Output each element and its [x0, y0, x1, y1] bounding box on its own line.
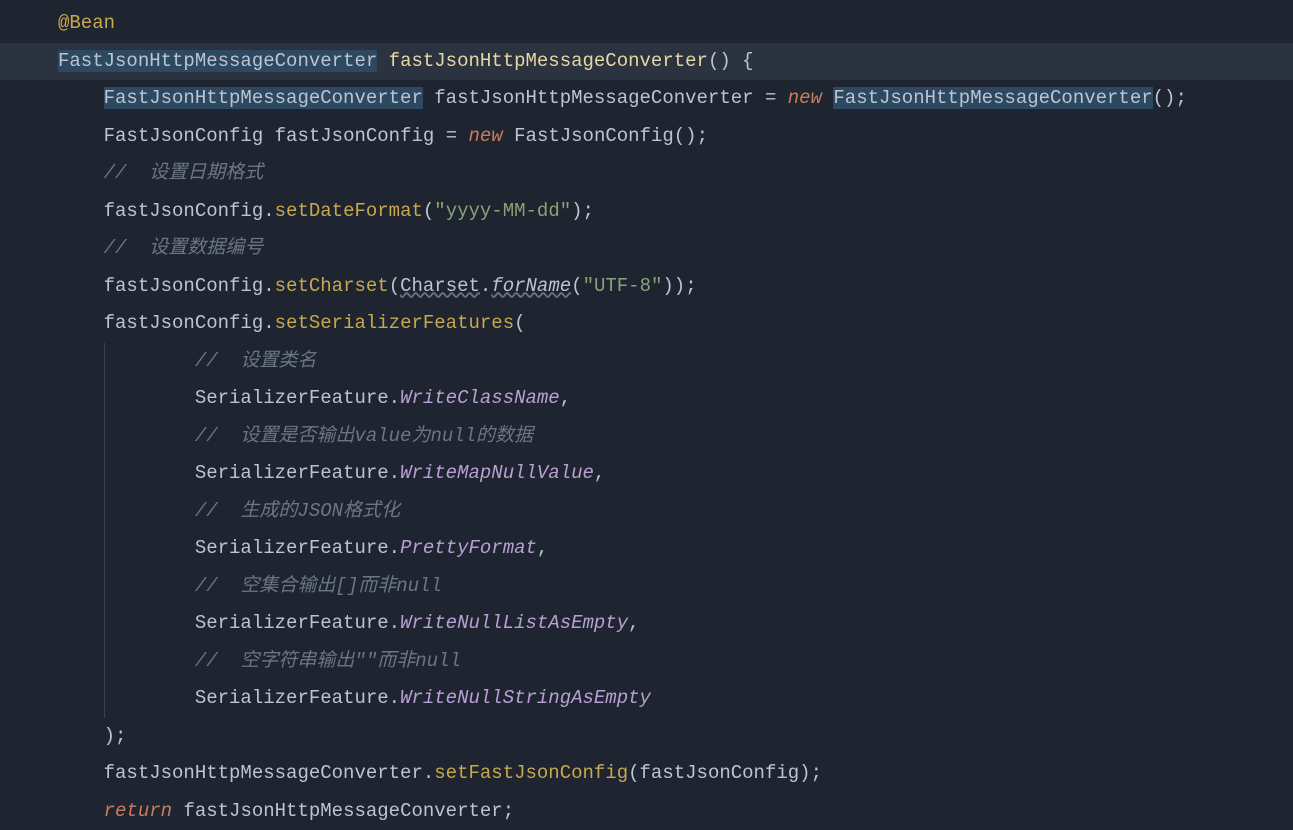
enum-class: SerializerFeature	[195, 387, 389, 409]
code-line: // 设置日期格式	[58, 155, 1293, 193]
code-line: // 空字符串输出""而非null	[58, 643, 1293, 681]
enum-value: PrettyFormat	[400, 537, 537, 559]
code-line: SerializerFeature.WriteClassName,	[58, 380, 1293, 418]
string-literal: "yyyy-MM-dd"	[434, 200, 571, 222]
code-line: fastJsonConfig.setDateFormat("yyyy-MM-dd…	[58, 193, 1293, 231]
return-type: FastJsonHttpMessageConverter	[58, 50, 377, 72]
comment: // 设置是否输出value为null的数据	[195, 425, 533, 447]
constructor: FastJsonHttpMessageConverter	[833, 87, 1152, 109]
comment: // 设置类名	[195, 350, 317, 372]
code-line: fastJsonHttpMessageConverter.setFastJson…	[58, 755, 1293, 793]
type: FastJsonConfig	[104, 125, 264, 147]
code-line: // 设置类名	[58, 343, 1293, 381]
code-line: fastJsonConfig.setSerializerFeatures(	[58, 305, 1293, 343]
comment: // 设置数据编号	[104, 237, 264, 259]
code-editor[interactable]: @Bean FastJsonHttpMessageConverter fastJ…	[0, 0, 1293, 830]
string-literal: "UTF-8"	[583, 275, 663, 297]
enum-class: SerializerFeature	[195, 612, 389, 634]
enum-class: SerializerFeature	[195, 537, 389, 559]
comment: // 生成的JSON格式化	[195, 500, 400, 522]
code-line: FastJsonHttpMessageConverter fastJsonHtt…	[58, 80, 1293, 118]
comment: // 空字符串输出""而非null	[195, 650, 461, 672]
enum-value: WriteNullListAsEmpty	[400, 612, 628, 634]
enum-value: WriteNullStringAsEmpty	[400, 687, 651, 709]
method-call: setFastJsonConfig	[434, 762, 628, 784]
method-name: fastJsonHttpMessageConverter	[389, 50, 708, 72]
code-line: // 生成的JSON格式化	[58, 493, 1293, 531]
code-line: SerializerFeature.PrettyFormat,	[58, 530, 1293, 568]
annotation: @Bean	[58, 12, 115, 34]
code-line: fastJsonConfig.setCharset(Charset.forNam…	[58, 268, 1293, 306]
method-call: setCharset	[275, 275, 389, 297]
enum-value: WriteMapNullValue	[400, 462, 594, 484]
code-line: // 空集合输出[]而非null	[58, 568, 1293, 606]
return-keyword: return	[104, 800, 172, 822]
enum-value: WriteClassName	[400, 387, 560, 409]
code-line: @Bean	[58, 5, 1293, 43]
code-line: SerializerFeature.WriteNullStringAsEmpty	[58, 680, 1293, 718]
comment: // 空集合输出[]而非null	[195, 575, 442, 597]
code-line: SerializerFeature.WriteNullListAsEmpty,	[58, 605, 1293, 643]
method-call: setSerializerFeatures	[275, 312, 514, 334]
static-method: forName	[491, 275, 571, 297]
code-line: // 设置是否输出value为null的数据	[58, 418, 1293, 456]
code-line: return fastJsonHttpMessageConverter;	[58, 793, 1293, 830]
code-line: );	[58, 718, 1293, 756]
code-line: // 设置数据编号	[58, 230, 1293, 268]
type: FastJsonHttpMessageConverter	[104, 87, 423, 109]
code-line: FastJsonHttpMessageConverter fastJsonHtt…	[0, 43, 1293, 81]
comment: // 设置日期格式	[104, 162, 264, 184]
enum-class: SerializerFeature	[195, 687, 389, 709]
enum-class: SerializerFeature	[195, 462, 389, 484]
static-class: Charset	[400, 275, 480, 297]
method-call: setDateFormat	[275, 200, 423, 222]
code-line: SerializerFeature.WriteMapNullValue,	[58, 455, 1293, 493]
code-line: FastJsonConfig fastJsonConfig = new Fast…	[58, 118, 1293, 156]
